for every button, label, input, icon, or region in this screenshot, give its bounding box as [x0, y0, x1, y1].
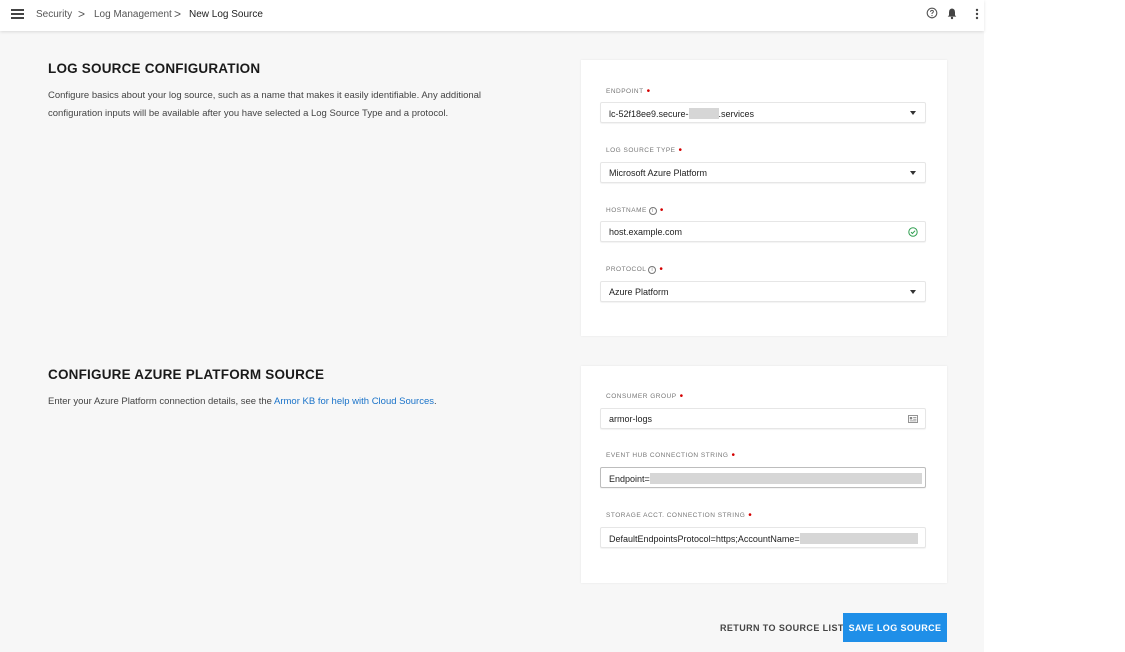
chevron-down-icon [910, 171, 916, 175]
top-bar: Security > Log Management > New Log Sour… [0, 0, 984, 31]
save-log-source-button[interactable]: SAVE LOG SOURCE [843, 613, 947, 642]
storage-acct-value: DefaultEndpointsProtocol=https;AccountNa… [609, 534, 800, 544]
required-indicator: • [646, 86, 651, 97]
protocol-value: Azure Platform [609, 287, 669, 297]
hostname-label: HOSTNAME i • [606, 205, 664, 216]
storage-acct-label: STORAGE ACCT. CONNECTION STRING • [606, 510, 753, 521]
log-source-type-select[interactable]: Microsoft Azure Platform [600, 162, 926, 183]
breadcrumb-security[interactable]: Security [36, 9, 72, 20]
chevron-down-icon [910, 290, 916, 294]
endpoint-value-prefix: lc-52f18ee9.secure- [609, 109, 689, 119]
breadcrumb-current: New Log Source [189, 9, 263, 20]
section-description: Enter your Azure Platform connection det… [48, 396, 437, 407]
protocol-select[interactable]: Azure Platform [600, 281, 926, 302]
log-source-config-card: ENDPOINT • lc-52f18ee9.secure- .services L… [581, 60, 947, 336]
consumer-group-label: CONSUMER GROUP • [606, 391, 684, 402]
chevron-down-icon [910, 111, 916, 115]
id-card-icon [908, 415, 918, 423]
consumer-group-value: armor-logs [609, 414, 653, 424]
section-title-azure-platform-source: CONFIGURE AZURE PLATFORM SOURCE [48, 367, 325, 382]
endpoint-value-suffix: .services [718, 109, 755, 119]
consumer-group-input[interactable]: armor-logs [600, 408, 926, 429]
info-icon[interactable]: i [648, 207, 657, 215]
required-indicator: • [748, 510, 753, 521]
event-hub-label: EVENT HUB CONNECTION STRING • [606, 450, 736, 461]
required-indicator: • [659, 205, 664, 216]
info-icon[interactable]: i [648, 266, 657, 274]
bell-icon[interactable] [946, 7, 958, 21]
log-source-type-value: Microsoft Azure Platform [609, 168, 708, 178]
required-indicator: • [678, 145, 683, 156]
armor-kb-link[interactable]: Armor KB for help with Cloud Sources [274, 396, 434, 407]
redacted-block [799, 533, 918, 544]
section-title-log-source-configuration: LOG SOURCE CONFIGURATION [48, 61, 261, 76]
description-line: configuration inputs will be available a… [48, 108, 449, 119]
app-container: Security > Log Management > New Log Sour… [0, 0, 984, 652]
return-to-source-list-button[interactable]: RETURN TO SOURCE LIST [720, 623, 844, 633]
check-circle-icon [908, 227, 918, 237]
event-hub-connection-input[interactable]: Endpoint= [600, 467, 926, 488]
description-line: Configure basics about your log source, … [48, 90, 482, 101]
endpoint-label: ENDPOINT • [606, 86, 651, 97]
breadcrumb-separator: > [78, 7, 86, 21]
required-indicator: • [679, 391, 684, 402]
required-indicator: • [659, 264, 664, 275]
required-indicator: • [731, 450, 736, 461]
azure-platform-source-card: CONSUMER GROUP • armor-logs EVENT HUB CON… [581, 366, 947, 583]
hamburger-icon[interactable] [11, 9, 24, 19]
section-description: Configure basics about your log source, … [48, 87, 528, 123]
redacted-block [649, 473, 922, 484]
hostname-value: host.example.com [609, 227, 683, 237]
breadcrumb-log-management[interactable]: Log Management [94, 9, 172, 20]
endpoint-select[interactable]: lc-52f18ee9.secure- .services [600, 102, 926, 123]
protocol-label: PROTOCOL i • [606, 264, 664, 275]
redacted-block [688, 108, 719, 119]
more-vertical-icon[interactable] [971, 7, 983, 21]
breadcrumb-separator: > [174, 7, 182, 21]
hostname-input[interactable]: host.example.com [600, 221, 926, 242]
storage-acct-connection-input[interactable]: DefaultEndpointsProtocol=https;AccountNa… [600, 527, 926, 548]
help-circle-icon[interactable] [926, 7, 938, 21]
event-hub-value: Endpoint= [609, 474, 650, 484]
log-source-type-label: LOG SOURCE TYPE • [606, 145, 683, 156]
